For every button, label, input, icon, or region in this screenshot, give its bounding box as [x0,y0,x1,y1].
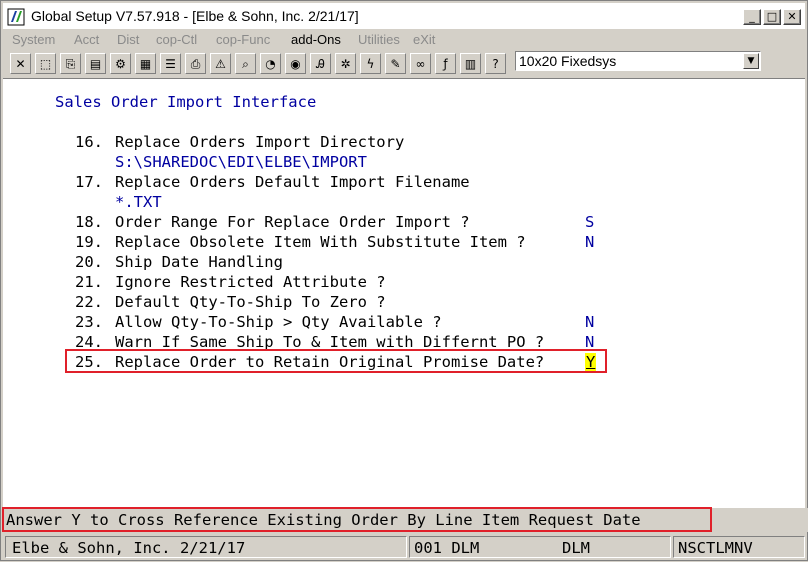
select-icon[interactable]: ⬚ [35,53,56,74]
font-icon[interactable]: Ꭿ [310,53,331,74]
maximize-icon: □ [766,10,778,23]
status-bar: Elbe & Sohn, Inc. 2/21/17 001 DLM DLM NS… [1,534,808,562]
item-value[interactable]: N [585,233,594,251]
window-title: Global Setup V7.57.918 - [Elbe & Sohn, I… [31,8,359,24]
menu-add-ons[interactable]: add-Ons [291,32,341,47]
minimize-button[interactable]: _ [743,9,761,25]
maximize-button[interactable]: □ [763,9,781,25]
function-icon[interactable]: ƒ [435,53,456,74]
help-icon[interactable]: ? [485,53,506,74]
item-number: 17. [75,173,103,191]
alert-icon[interactable]: ⚠ [210,53,231,74]
status-panel-company: Elbe & Sohn, Inc. 2/21/17 [5,536,407,558]
minimize-icon: _ [749,10,755,23]
help-bar-outline [2,507,712,532]
menu-dist[interactable]: Dist [117,32,139,47]
highlighted-row-outline [65,349,607,373]
screen-heading: Sales Order Import Interface [55,93,317,111]
item-number: 19. [75,233,103,251]
item-label[interactable]: Replace Obsolete Item With Substitute It… [115,233,526,251]
title-bar: Global Setup V7.57.918 - [Elbe & Sohn, I… [3,3,805,29]
item-label[interactable]: Order Range For Replace Order Import ? [115,213,470,231]
item-value-line[interactable]: S:\SHAREDOC\EDI\ELBE\IMPORT [115,153,367,171]
menu-system[interactable]: System [12,32,55,47]
item-label[interactable]: Ignore Restricted Attribute ? [115,273,386,291]
item-label[interactable]: Replace Orders Default Import Filename [115,173,470,191]
item-label[interactable]: Ship Date Handling [115,253,283,271]
gear-icon[interactable]: ⚙ [110,53,131,74]
copy-icon[interactable]: ⎘ [60,53,81,74]
info-icon[interactable]: ◔ [260,53,281,74]
link-icon[interactable]: ∞ [410,53,431,74]
item-number: 23. [75,313,103,331]
lightning-icon[interactable]: ϟ [360,53,381,74]
status-panel-session: 001 DLM DLM [409,536,671,558]
item-number: 16. [75,133,103,151]
menu-exit[interactable]: eXit [413,32,435,47]
edit-icon[interactable]: ✎ [385,53,406,74]
item-label[interactable]: Allow Qty-To-Ship > Qty Available ? [115,313,442,331]
settings-icon[interactable]: ✲ [335,53,356,74]
item-number: 18. [75,213,103,231]
menu-utilities[interactable]: Utilities [358,32,400,47]
close-icon: ✕ [787,10,797,23]
item-value-line[interactable]: *.TXT [115,193,162,211]
menu-acct[interactable]: Acct [74,32,99,47]
item-number: 22. [75,293,103,311]
notes-icon[interactable]: ▥ [460,53,481,74]
item-label[interactable]: Default Qty-To-Ship To Zero ? [115,293,386,311]
status-program: NSCTLMNV [678,539,753,557]
item-value[interactable]: N [585,313,594,331]
menu-bar: System Acct Dist cop-Ctl cop-Func add-On… [3,30,805,50]
application-window: Global Setup V7.57.918 - [Elbe & Sohn, I… [0,0,808,561]
font-select-value: 10x20 Fixedsys [519,53,617,69]
status-user: DLM [562,539,590,557]
close-x-icon[interactable]: ✕ [10,53,31,74]
print-icon[interactable]: ⎙ [185,53,206,74]
font-select[interactable]: 10x20 Fixedsys ▼ [515,51,761,71]
terminal-screen[interactable]: Sales Order Import Interface 16. Replace… [3,78,805,509]
status-code: 001 DLM [414,539,480,557]
item-value[interactable]: S [585,213,594,231]
menu-cop-func[interactable]: cop-Func [216,32,270,47]
app-icon [7,8,25,26]
item-number: 20. [75,253,103,271]
paste-icon[interactable]: ▤ [85,53,106,74]
list-icon[interactable]: ☰ [160,53,181,74]
status-panel-program: NSCTLMNV [673,536,805,558]
document-icon[interactable]: ▦ [135,53,156,74]
item-number: 21. [75,273,103,291]
item-label[interactable]: Replace Orders Import Directory [115,133,404,151]
globe-icon[interactable]: ◉ [285,53,306,74]
search-icon[interactable]: ⌕ [235,53,256,74]
chevron-down-icon[interactable]: ▼ [743,53,759,69]
close-button[interactable]: ✕ [783,9,801,25]
status-company: Elbe & Sohn, Inc. 2/21/17 [12,539,246,557]
menu-cop-ctl[interactable]: cop-Ctl [156,32,197,47]
